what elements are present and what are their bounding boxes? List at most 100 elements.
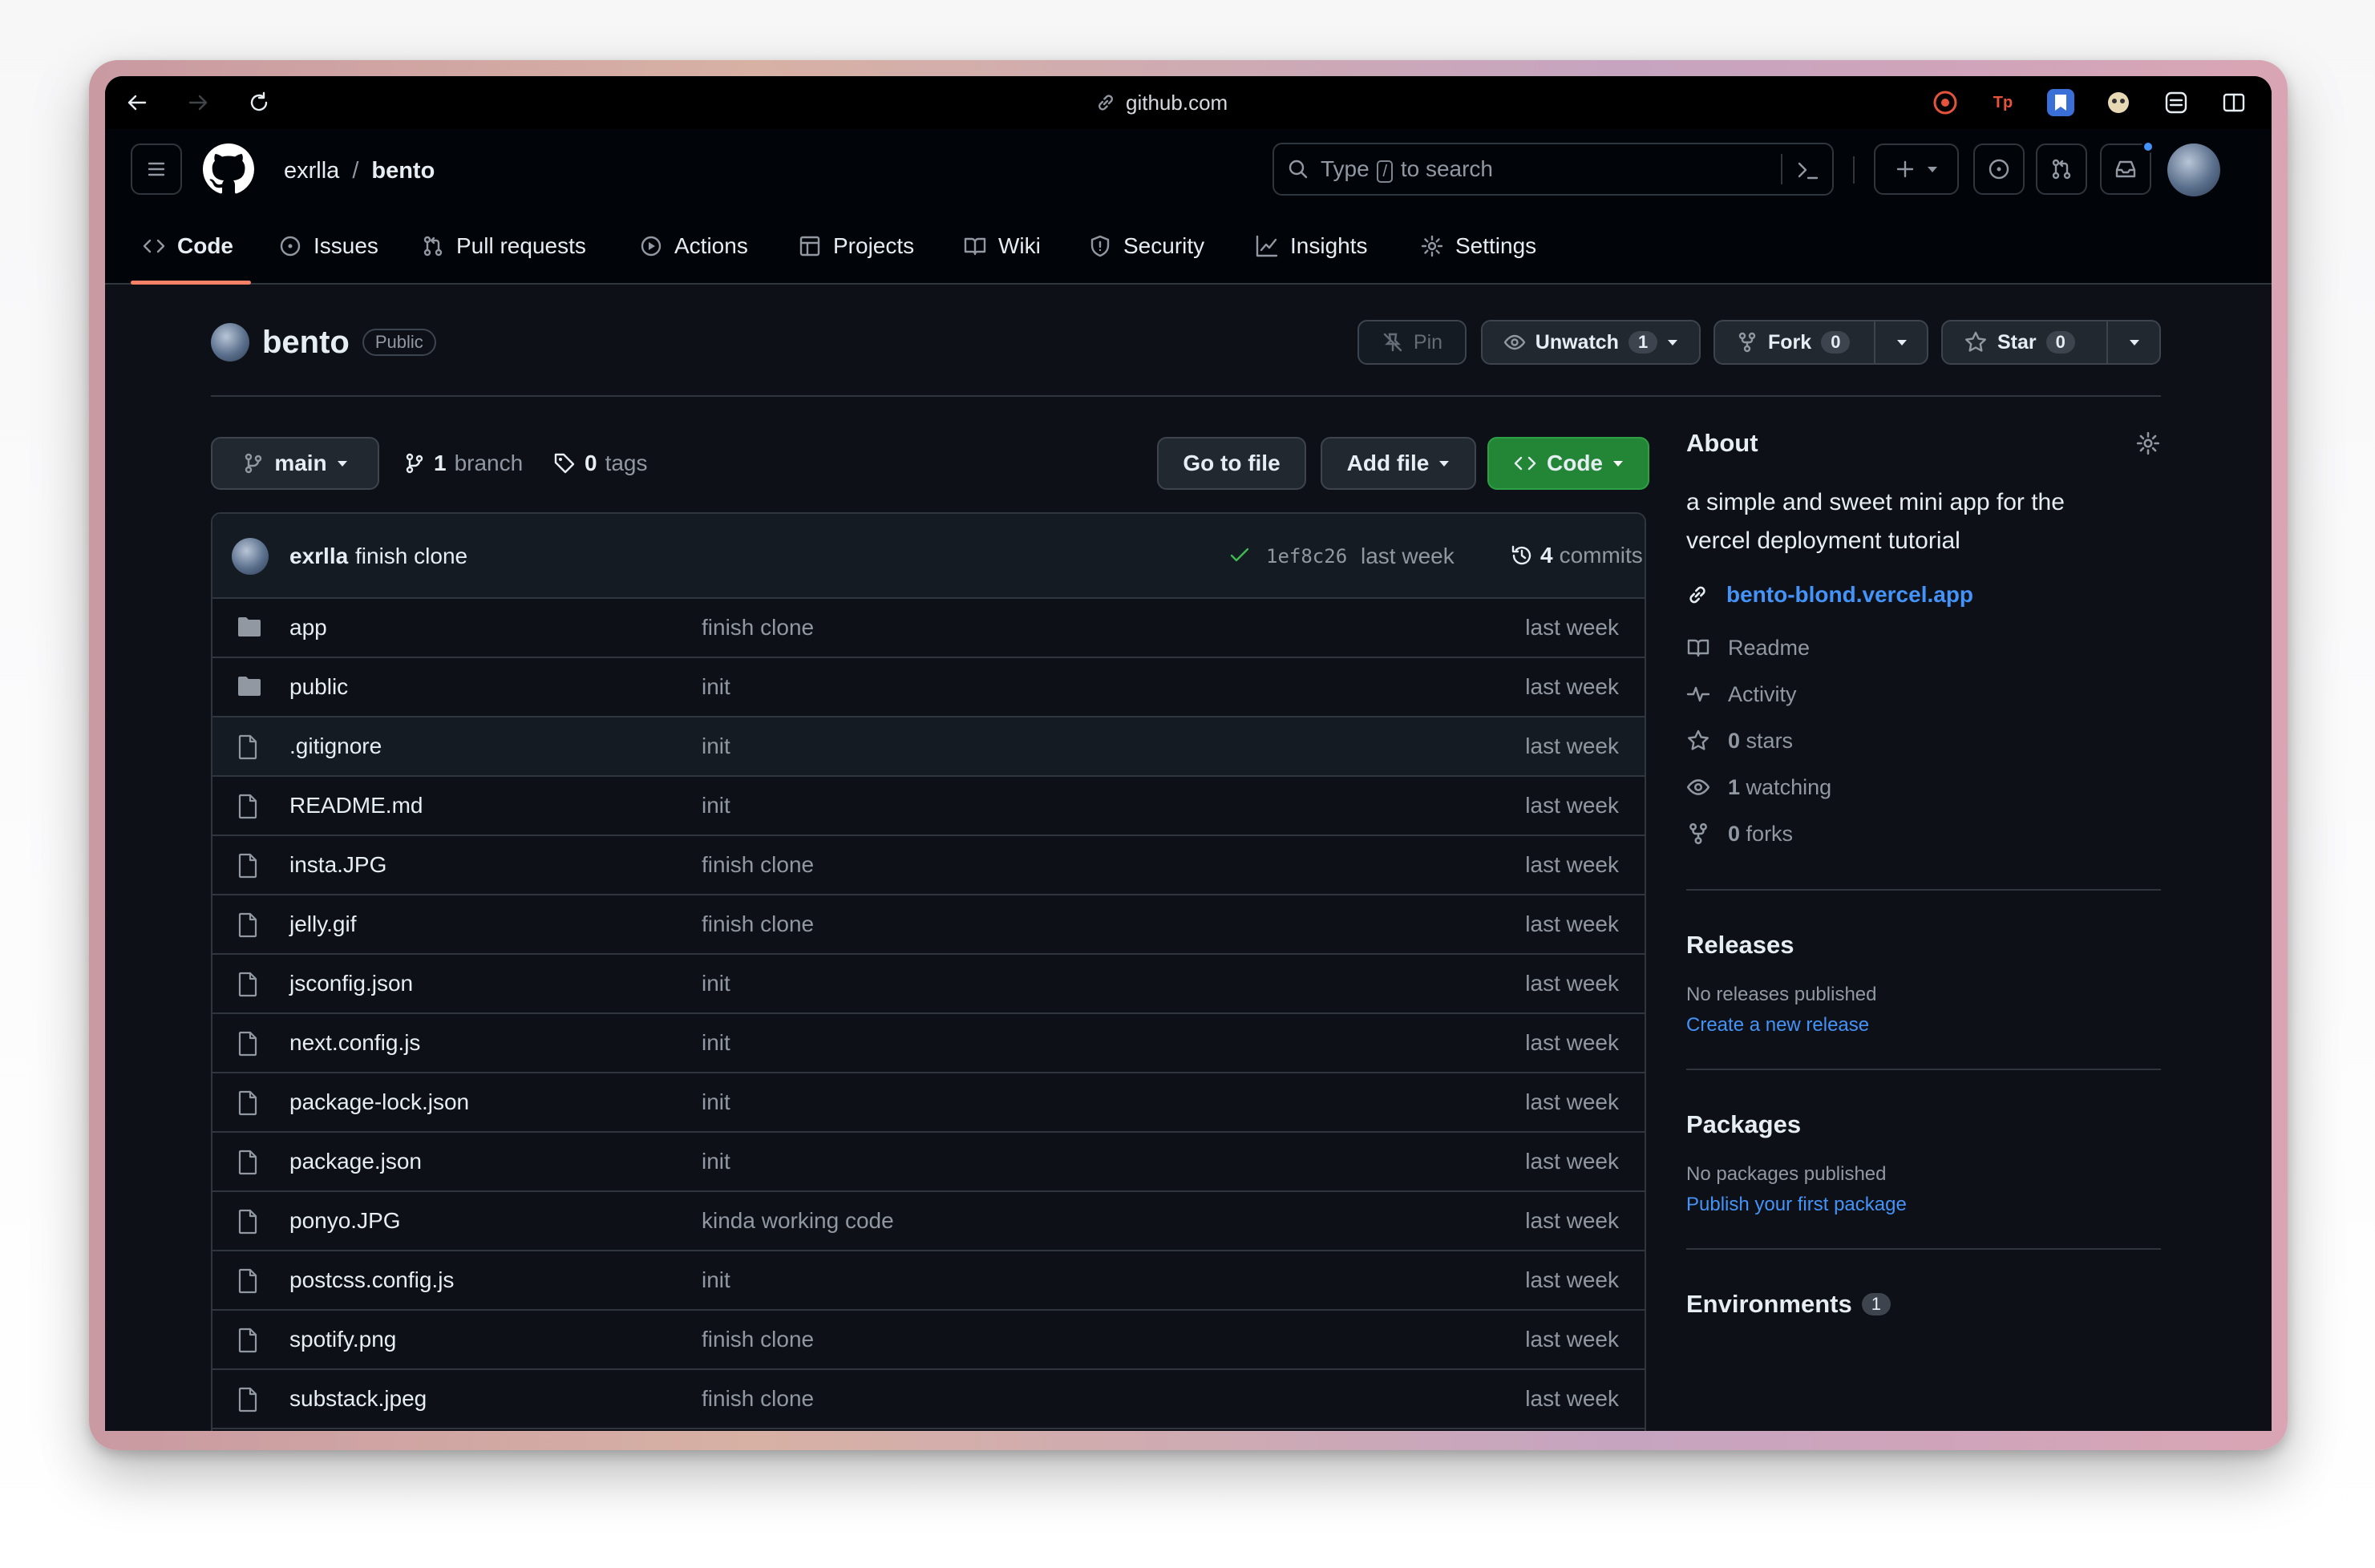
file-commit-message[interactable]: init [702,674,730,700]
file-row[interactable]: package.json init last week [212,1133,1645,1192]
commit-message[interactable]: finish clone [355,544,467,569]
unwatch-button[interactable]: Unwatch 1 [1481,320,1701,365]
github-logo-icon[interactable] [203,143,254,195]
commits-link[interactable]: 4 commits [1510,543,1643,568]
tab-security[interactable]: Security [1088,224,1204,269]
branch-selector[interactable]: main [211,437,379,490]
forks-link[interactable]: 0 forks [1686,810,2161,857]
extension-icon-sliders[interactable] [2163,89,2190,116]
file-row[interactable]: postcss.config.js init last week [212,1251,1645,1311]
file-row[interactable]: insta.JPG finish clone last week [212,836,1645,895]
pin-button[interactable]: Pin [1357,320,1467,365]
file-row[interactable]: substack.jpeg finish clone last week [212,1370,1645,1429]
file-commit-message[interactable]: finish clone [702,1327,814,1352]
file-name[interactable]: package-lock.json [289,1089,469,1115]
create-new-button[interactable] [1874,143,1959,195]
file-row[interactable]: ponyo.JPG kinda working code last week [212,1192,1645,1251]
commit-author[interactable]: exrlla [289,544,348,569]
star-button[interactable]: Star 0 [1941,320,2161,365]
back-icon[interactable] [124,90,150,115]
file-name[interactable]: next.config.js [289,1030,420,1056]
extension-icon-tp[interactable]: Tp [1989,89,2017,116]
tab-wiki[interactable]: Wiki [963,224,1041,269]
file-commit-message[interactable]: init [702,1089,730,1115]
file-name[interactable]: insta.JPG [289,852,386,878]
commit-sha[interactable]: 1ef8c26 [1266,545,1347,568]
extension-icon-1[interactable] [1932,89,1959,116]
readme-link[interactable]: Readme [1686,624,2161,671]
file-row[interactable]: public init last week [212,658,1645,717]
file-commit-message[interactable]: init [702,971,730,996]
reload-icon[interactable] [246,90,272,115]
file-commit-message[interactable]: finish clone [702,852,814,878]
file-name[interactable]: .gitignore [289,733,382,759]
file-name[interactable]: jsconfig.json [289,971,413,996]
publish-package-link[interactable]: Publish your first package [1686,1194,2161,1216]
file-row[interactable]: jsconfig.json init last week [212,955,1645,1014]
file-commit-message[interactable]: init [702,1030,730,1056]
issues-button[interactable] [1973,143,2025,195]
file-commit-message[interactable]: init [702,1267,730,1293]
command-palette-icon[interactable] [1795,157,1821,183]
file-commit-message[interactable]: init [702,733,730,759]
file-row[interactable]: spotify.png finish clone last week [212,1311,1645,1370]
file-row[interactable]: app finish clone last week [212,599,1645,658]
tags-link[interactable]: 0 tags [552,437,648,490]
tab-code[interactable]: Code [142,224,233,269]
branches-link[interactable]: 1 branch [403,437,523,490]
file-commit-message[interactable]: finish clone [702,615,814,641]
user-avatar[interactable] [2167,143,2220,196]
website-link[interactable]: bento-blond.vercel.app [1686,575,2161,615]
pull-requests-button[interactable] [2036,143,2087,195]
file-commit-message[interactable]: init [702,793,730,818]
tab-actions[interactable]: Actions [639,224,748,269]
file-name[interactable]: postcss.config.js [289,1267,454,1293]
watching-link[interactable]: 1 watching [1686,764,2161,810]
add-file-button[interactable]: Add file [1321,437,1476,490]
file-name[interactable]: package.json [289,1149,422,1174]
file-row[interactable]: next.config.js init last week [212,1014,1645,1073]
environments-heading[interactable]: Environments 1 [1686,1290,2161,1319]
search-input[interactable]: Type / to search [1272,143,1834,196]
activity-link[interactable]: Activity [1686,671,2161,717]
file-row[interactable]: jelly.gif finish clone last week [212,895,1645,955]
tab-insights[interactable]: Insights [1255,224,1368,269]
file-row[interactable]: package-lock.json init last week [212,1073,1645,1133]
inbox-button[interactable] [2100,140,2154,195]
address-bar[interactable]: github.com [1095,89,1228,116]
file-commit-message[interactable]: finish clone [702,1386,814,1412]
packages-heading[interactable]: Packages [1686,1110,2161,1139]
stars-link[interactable]: 0 stars [1686,717,2161,764]
menu-button[interactable] [131,143,182,195]
file-commit-message[interactable]: finish clone [702,911,814,937]
sidebar-toggle-icon[interactable] [2220,89,2248,116]
file-name[interactable]: app [289,615,327,641]
file-name[interactable]: jelly.gif [289,911,357,937]
file-row[interactable]: .gitignore init last week [212,717,1645,777]
file-name[interactable]: ponyo.JPG [289,1208,401,1234]
commit-author-avatar[interactable] [232,538,269,575]
gear-icon[interactable] [2135,430,2161,456]
extension-icon-face[interactable] [2105,89,2132,116]
tab-settings[interactable]: Settings [1420,224,1536,269]
repo-link[interactable]: bento [371,158,435,184]
owner-link[interactable]: exrlla [284,158,339,184]
file-name[interactable]: public [289,674,348,700]
forward-icon[interactable] [185,90,211,115]
releases-heading[interactable]: Releases [1686,931,2161,960]
extension-icon-bookmark[interactable] [2047,89,2074,116]
file-name[interactable]: README.md [289,793,423,818]
repo-name[interactable]: bento [262,325,350,361]
file-commit-message[interactable]: kinda working code [702,1208,894,1234]
code-button[interactable]: Code [1487,437,1649,490]
tab-pull-requests[interactable]: Pull requests [421,224,586,269]
file-row[interactable]: README.md init last week [212,777,1645,836]
create-release-link[interactable]: Create a new release [1686,1014,2161,1037]
file-name[interactable]: spotify.png [289,1327,396,1352]
file-commit-message[interactable]: init [702,1149,730,1174]
tab-projects[interactable]: Projects [798,224,914,269]
file-name[interactable]: substack.jpeg [289,1386,427,1412]
go-to-file-button[interactable]: Go to file [1157,437,1306,490]
tab-issues[interactable]: Issues [278,224,378,269]
fork-button[interactable]: Fork 0 [1713,320,1928,365]
